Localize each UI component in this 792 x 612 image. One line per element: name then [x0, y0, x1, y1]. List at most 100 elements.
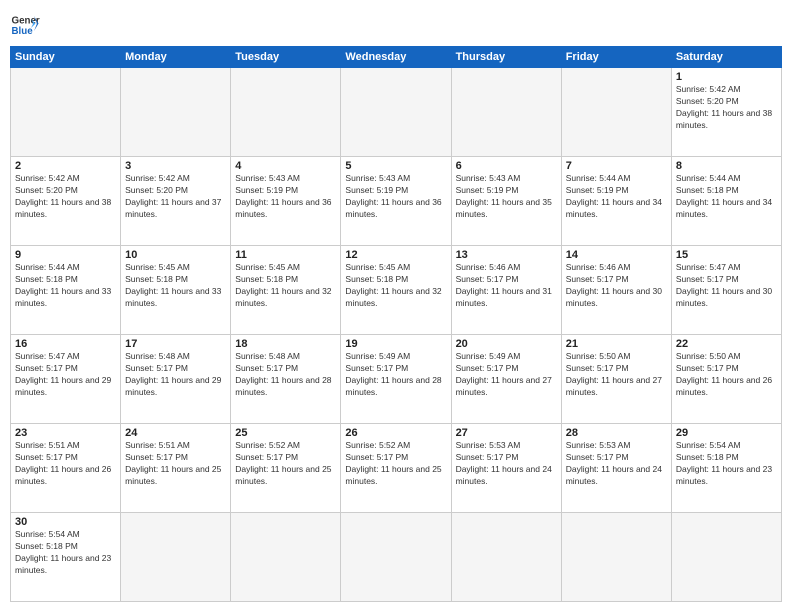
calendar-table: Sunday Monday Tuesday Wednesday Thursday… — [10, 46, 782, 602]
table-row: 12Sunrise: 5:45 AM Sunset: 5:18 PM Dayli… — [341, 246, 451, 335]
day-number: 29 — [676, 427, 777, 439]
day-number: 3 — [125, 160, 226, 172]
day-info: Sunrise: 5:45 AM Sunset: 5:18 PM Dayligh… — [235, 262, 336, 310]
table-row: 19Sunrise: 5:49 AM Sunset: 5:17 PM Dayli… — [341, 335, 451, 424]
day-number: 17 — [125, 338, 226, 350]
day-info: Sunrise: 5:44 AM Sunset: 5:18 PM Dayligh… — [676, 173, 777, 221]
day-number: 11 — [235, 249, 336, 261]
table-row: 3Sunrise: 5:42 AM Sunset: 5:20 PM Daylig… — [121, 157, 231, 246]
table-row: 14Sunrise: 5:46 AM Sunset: 5:17 PM Dayli… — [561, 246, 671, 335]
table-row: 2Sunrise: 5:42 AM Sunset: 5:20 PM Daylig… — [11, 157, 121, 246]
day-info: Sunrise: 5:44 AM Sunset: 5:18 PM Dayligh… — [15, 262, 116, 310]
day-number: 6 — [456, 160, 557, 172]
day-number: 26 — [345, 427, 446, 439]
calendar-row-4: 16Sunrise: 5:47 AM Sunset: 5:17 PM Dayli… — [11, 335, 782, 424]
table-row: 9Sunrise: 5:44 AM Sunset: 5:18 PM Daylig… — [11, 246, 121, 335]
table-row: 8Sunrise: 5:44 AM Sunset: 5:18 PM Daylig… — [671, 157, 781, 246]
calendar-row-2: 2Sunrise: 5:42 AM Sunset: 5:20 PM Daylig… — [11, 157, 782, 246]
day-info: Sunrise: 5:46 AM Sunset: 5:17 PM Dayligh… — [566, 262, 667, 310]
table-row: 13Sunrise: 5:46 AM Sunset: 5:17 PM Dayli… — [451, 246, 561, 335]
day-info: Sunrise: 5:44 AM Sunset: 5:19 PM Dayligh… — [566, 173, 667, 221]
day-info: Sunrise: 5:54 AM Sunset: 5:18 PM Dayligh… — [676, 440, 777, 488]
svg-text:General: General — [12, 16, 41, 27]
day-number: 9 — [15, 249, 116, 261]
day-number: 5 — [345, 160, 446, 172]
table-row: 10Sunrise: 5:45 AM Sunset: 5:18 PM Dayli… — [121, 246, 231, 335]
weekday-header-row: Sunday Monday Tuesday Wednesday Thursday… — [11, 47, 782, 68]
day-info: Sunrise: 5:52 AM Sunset: 5:17 PM Dayligh… — [345, 440, 446, 488]
day-info: Sunrise: 5:42 AM Sunset: 5:20 PM Dayligh… — [15, 173, 116, 221]
day-number: 28 — [566, 427, 667, 439]
table-row: 20Sunrise: 5:49 AM Sunset: 5:17 PM Dayli… — [451, 335, 561, 424]
table-row: 4Sunrise: 5:43 AM Sunset: 5:19 PM Daylig… — [231, 157, 341, 246]
page: General Blue Sunday Monday Tuesday Wedne… — [0, 0, 792, 612]
logo: General Blue — [10, 10, 40, 40]
day-info: Sunrise: 5:53 AM Sunset: 5:17 PM Dayligh… — [566, 440, 667, 488]
table-row: 22Sunrise: 5:50 AM Sunset: 5:17 PM Dayli… — [671, 335, 781, 424]
day-info: Sunrise: 5:42 AM Sunset: 5:20 PM Dayligh… — [676, 84, 777, 132]
table-row: 15Sunrise: 5:47 AM Sunset: 5:17 PM Dayli… — [671, 246, 781, 335]
table-row: 30Sunrise: 5:54 AM Sunset: 5:18 PM Dayli… — [11, 513, 121, 602]
table-row: 21Sunrise: 5:50 AM Sunset: 5:17 PM Dayli… — [561, 335, 671, 424]
table-row: 5Sunrise: 5:43 AM Sunset: 5:19 PM Daylig… — [341, 157, 451, 246]
header-saturday: Saturday — [671, 47, 781, 68]
day-info: Sunrise: 5:49 AM Sunset: 5:17 PM Dayligh… — [345, 351, 446, 399]
day-number: 7 — [566, 160, 667, 172]
day-number: 1 — [676, 71, 777, 83]
day-info: Sunrise: 5:51 AM Sunset: 5:17 PM Dayligh… — [15, 440, 116, 488]
table-row — [451, 68, 561, 157]
day-number: 18 — [235, 338, 336, 350]
table-row — [341, 68, 451, 157]
svg-text:Blue: Blue — [12, 26, 34, 37]
day-info: Sunrise: 5:46 AM Sunset: 5:17 PM Dayligh… — [456, 262, 557, 310]
table-row: 18Sunrise: 5:48 AM Sunset: 5:17 PM Dayli… — [231, 335, 341, 424]
table-row: 28Sunrise: 5:53 AM Sunset: 5:17 PM Dayli… — [561, 424, 671, 513]
table-row — [341, 513, 451, 602]
day-number: 23 — [15, 427, 116, 439]
table-row — [561, 513, 671, 602]
day-number: 10 — [125, 249, 226, 261]
day-info: Sunrise: 5:47 AM Sunset: 5:17 PM Dayligh… — [676, 262, 777, 310]
day-info: Sunrise: 5:45 AM Sunset: 5:18 PM Dayligh… — [345, 262, 446, 310]
table-row — [231, 68, 341, 157]
table-row — [231, 513, 341, 602]
day-number: 14 — [566, 249, 667, 261]
day-number: 27 — [456, 427, 557, 439]
table-row: 17Sunrise: 5:48 AM Sunset: 5:17 PM Dayli… — [121, 335, 231, 424]
table-row: 7Sunrise: 5:44 AM Sunset: 5:19 PM Daylig… — [561, 157, 671, 246]
table-row: 1Sunrise: 5:42 AM Sunset: 5:20 PM Daylig… — [671, 68, 781, 157]
table-row — [121, 68, 231, 157]
day-number: 15 — [676, 249, 777, 261]
table-row: 6Sunrise: 5:43 AM Sunset: 5:19 PM Daylig… — [451, 157, 561, 246]
day-info: Sunrise: 5:43 AM Sunset: 5:19 PM Dayligh… — [456, 173, 557, 221]
day-info: Sunrise: 5:52 AM Sunset: 5:17 PM Dayligh… — [235, 440, 336, 488]
calendar-row-6: 30Sunrise: 5:54 AM Sunset: 5:18 PM Dayli… — [11, 513, 782, 602]
table-row — [451, 513, 561, 602]
logo-icon: General Blue — [10, 10, 40, 40]
header-tuesday: Tuesday — [231, 47, 341, 68]
table-row — [11, 68, 121, 157]
day-info: Sunrise: 5:53 AM Sunset: 5:17 PM Dayligh… — [456, 440, 557, 488]
header: General Blue — [10, 10, 782, 40]
day-number: 21 — [566, 338, 667, 350]
day-number: 20 — [456, 338, 557, 350]
day-info: Sunrise: 5:54 AM Sunset: 5:18 PM Dayligh… — [15, 529, 116, 577]
day-info: Sunrise: 5:43 AM Sunset: 5:19 PM Dayligh… — [345, 173, 446, 221]
table-row: 11Sunrise: 5:45 AM Sunset: 5:18 PM Dayli… — [231, 246, 341, 335]
table-row — [671, 513, 781, 602]
day-info: Sunrise: 5:48 AM Sunset: 5:17 PM Dayligh… — [235, 351, 336, 399]
table-row: 29Sunrise: 5:54 AM Sunset: 5:18 PM Dayli… — [671, 424, 781, 513]
day-number: 25 — [235, 427, 336, 439]
day-number: 22 — [676, 338, 777, 350]
header-sunday: Sunday — [11, 47, 121, 68]
day-info: Sunrise: 5:45 AM Sunset: 5:18 PM Dayligh… — [125, 262, 226, 310]
header-wednesday: Wednesday — [341, 47, 451, 68]
day-info: Sunrise: 5:42 AM Sunset: 5:20 PM Dayligh… — [125, 173, 226, 221]
table-row: 26Sunrise: 5:52 AM Sunset: 5:17 PM Dayli… — [341, 424, 451, 513]
day-number: 24 — [125, 427, 226, 439]
day-number: 19 — [345, 338, 446, 350]
header-thursday: Thursday — [451, 47, 561, 68]
table-row — [121, 513, 231, 602]
header-monday: Monday — [121, 47, 231, 68]
day-number: 8 — [676, 160, 777, 172]
